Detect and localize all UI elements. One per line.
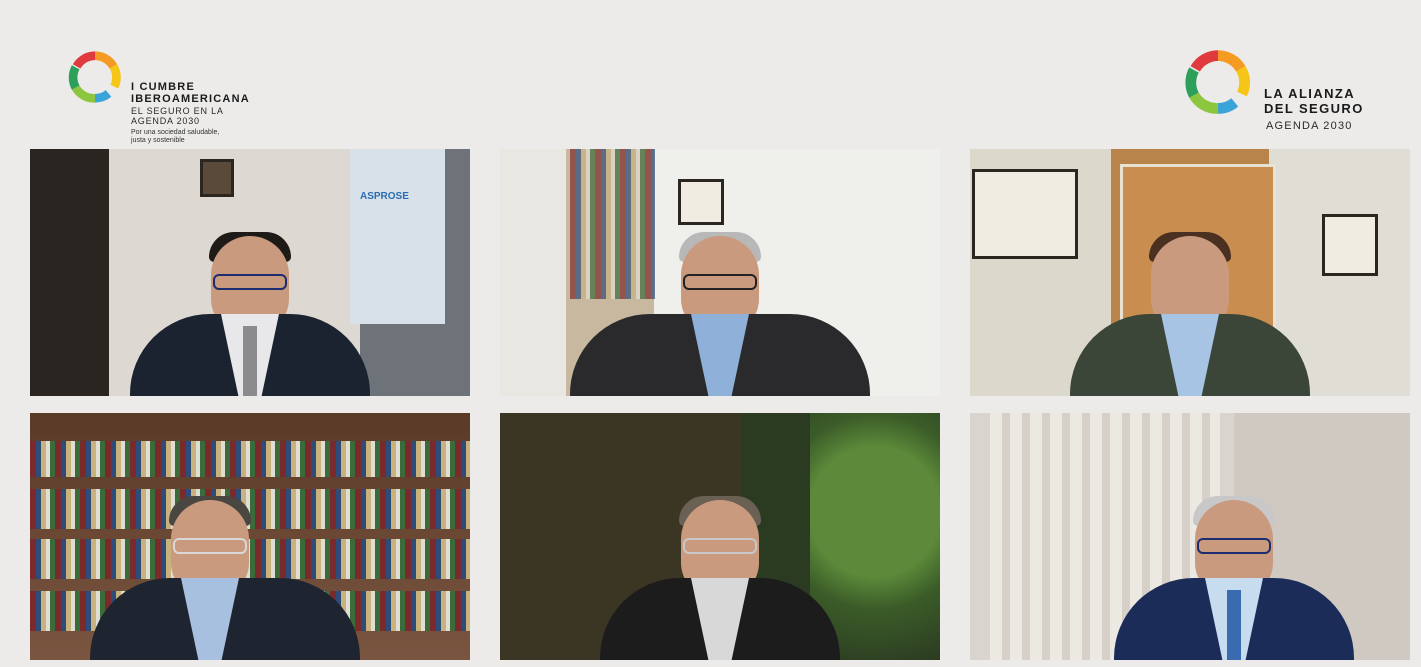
alliance-logo: LA ALIANZA DEL SEGURO AGENDA 2030 [1180,44,1400,139]
event-tagline: Por una sociedad saludable, justa y sost… [131,129,220,144]
event-subtitle: EL SEGURO EN LA AGENDA 2030 [131,106,224,126]
color-ring-icon [68,51,121,103]
video-tile-3[interactable] [970,149,1410,396]
color-ring-icon [1185,50,1251,114]
wall-picture [972,169,1078,259]
alliance-title: LA ALIANZA DEL SEGURO [1264,86,1364,116]
video-tile-2[interactable] [500,149,940,396]
video-tile-6[interactable] [970,413,1410,660]
wall-picture [1322,214,1378,276]
alliance-subtitle: AGENDA 2030 [1266,120,1353,132]
event-logo: I CUMBRE IBEROAMERICANA EL SEGURO EN LA … [64,46,304,146]
participant-video [600,460,840,660]
video-tile-5[interactable] [500,413,940,660]
video-tile-1[interactable]: ASPROSE [30,149,470,396]
video-tile-4[interactable] [30,413,470,660]
wall-picture [200,159,234,197]
event-title: I CUMBRE IBEROAMERICANA [131,81,250,105]
participant-video [1114,460,1354,660]
participant-video [570,196,870,396]
participant-video [90,460,360,660]
participant-video [1070,196,1310,396]
participant-video [130,196,370,396]
